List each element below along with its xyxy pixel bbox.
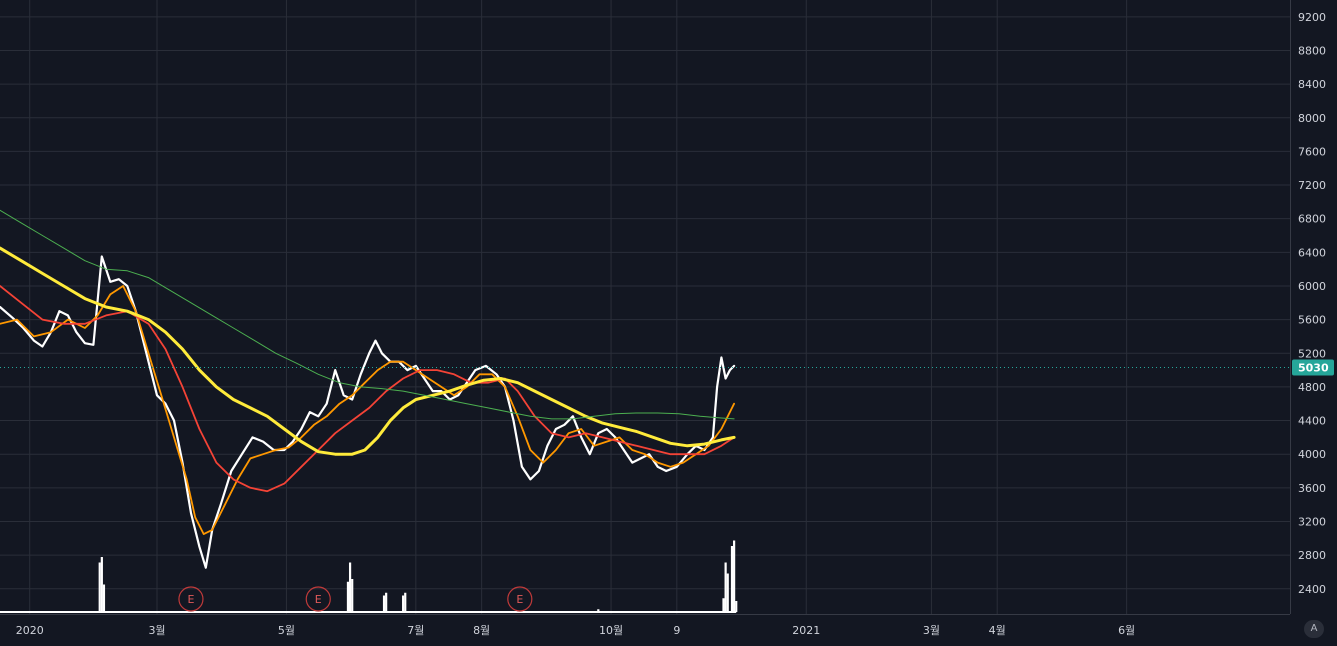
time-axis[interactable]: 2020 3월 5월 7월 8월 10월 9 2021 3월 4월 6월 — [0, 614, 1337, 642]
price-tick-label: 8800 — [1298, 44, 1326, 57]
earnings-marker-label: E — [187, 593, 194, 606]
time-tick-label: 10월 — [599, 624, 623, 637]
price-tick-label: 9200 — [1298, 11, 1326, 24]
time-tick-label: 2020 — [16, 624, 44, 637]
time-tick-label: 8월 — [473, 624, 490, 637]
time-tick-label: 4월 — [989, 624, 1006, 637]
price-tick-label: 6000 — [1298, 280, 1326, 293]
price-axis[interactable]: 2400 2800 3200 3600 4000 4400 4800 5200 5600 6000… — [1290, 0, 1337, 642]
time-tick-label: 6월 — [1118, 624, 1135, 637]
price-tick-label: 2800 — [1298, 549, 1326, 562]
price-tick-label: 5600 — [1298, 314, 1326, 327]
price-tick-label: 7200 — [1298, 179, 1326, 192]
stock-chart[interactable]: E E E 2400 2800 3200 3600 4000 4400 4800 5200 5600… — [0, 0, 1337, 642]
price-tick-label: 3600 — [1298, 482, 1326, 495]
time-tick-label: 9 — [673, 624, 680, 637]
last-price-label: 5030 — [1298, 362, 1329, 375]
price-tick-label: 4800 — [1298, 381, 1326, 394]
grid — [0, 0, 1337, 642]
price-tick-label: 4000 — [1298, 448, 1326, 461]
price-tick-label: 2400 — [1298, 583, 1326, 596]
earnings-marker-label: E — [315, 593, 322, 606]
price-tick-label: 8000 — [1298, 112, 1326, 125]
price-tick-label: 6400 — [1298, 246, 1326, 259]
last-price-tag-group: 5030 — [1292, 359, 1334, 376]
earnings-marker-label: E — [516, 593, 523, 606]
price-tick-label: 5200 — [1298, 347, 1326, 360]
price-tick-label: 4400 — [1298, 415, 1326, 428]
price-tick-label: 3200 — [1298, 515, 1326, 528]
auto-scale-button[interactable]: A — [1304, 620, 1324, 638]
price-tick-label: 6800 — [1298, 213, 1326, 226]
plot-background — [0, 0, 1337, 642]
chart-canvas[interactable]: E E E 2400 2800 3200 3600 4000 4400 4800 5200 5600… — [0, 0, 1337, 642]
time-tick-label: 2021 — [792, 624, 820, 637]
price-tick-label: 8400 — [1298, 78, 1326, 91]
time-tick-label: 7월 — [407, 624, 424, 637]
time-tick-label: 5월 — [278, 624, 295, 637]
time-tick-label: 3월 — [923, 624, 940, 637]
time-axis-background — [0, 614, 1337, 642]
price-tick-label: 7600 — [1298, 145, 1326, 158]
time-tick-label: 3월 — [148, 624, 165, 637]
